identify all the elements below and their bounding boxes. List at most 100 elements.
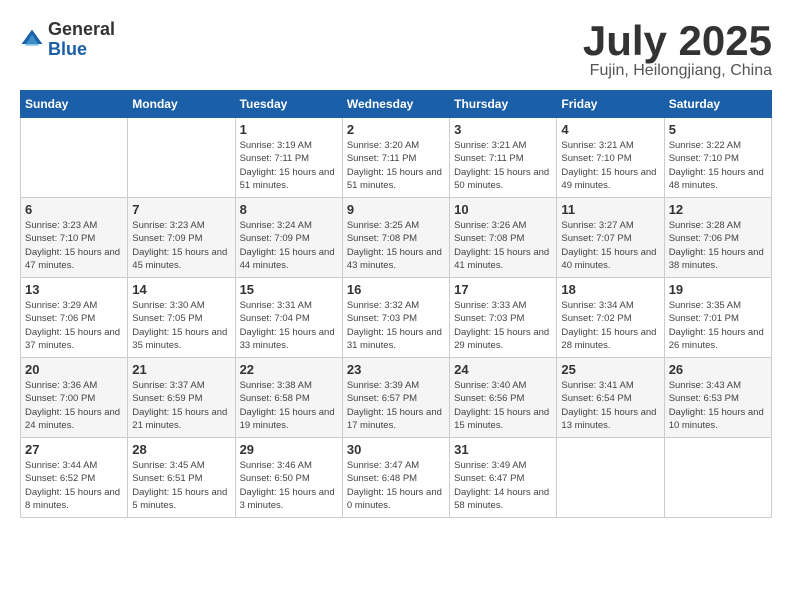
calendar-week-row: 1 Sunrise: 3:19 AMSunset: 7:11 PMDayligh… (21, 118, 772, 198)
day-number: 11 (561, 202, 659, 217)
calendar-cell: 6 Sunrise: 3:23 AMSunset: 7:10 PMDayligh… (21, 198, 128, 278)
day-detail: Sunrise: 3:35 AMSunset: 7:01 PMDaylight:… (669, 299, 767, 352)
day-number: 29 (240, 442, 338, 457)
day-number: 24 (454, 362, 552, 377)
day-detail: Sunrise: 3:23 AMSunset: 7:10 PMDaylight:… (25, 219, 123, 272)
calendar-cell: 18 Sunrise: 3:34 AMSunset: 7:02 PMDaylig… (557, 278, 664, 358)
day-detail: Sunrise: 3:46 AMSunset: 6:50 PMDaylight:… (240, 459, 338, 512)
day-number: 30 (347, 442, 445, 457)
calendar-week-row: 27 Sunrise: 3:44 AMSunset: 6:52 PMDaylig… (21, 438, 772, 518)
day-number: 1 (240, 122, 338, 137)
day-number: 18 (561, 282, 659, 297)
day-number: 22 (240, 362, 338, 377)
day-detail: Sunrise: 3:26 AMSunset: 7:08 PMDaylight:… (454, 219, 552, 272)
logo-text: General Blue (48, 20, 115, 60)
day-number: 31 (454, 442, 552, 457)
calendar-cell: 20 Sunrise: 3:36 AMSunset: 7:00 PMDaylig… (21, 358, 128, 438)
day-detail: Sunrise: 3:19 AMSunset: 7:11 PMDaylight:… (240, 139, 338, 192)
day-number: 10 (454, 202, 552, 217)
day-detail: Sunrise: 3:28 AMSunset: 7:06 PMDaylight:… (669, 219, 767, 272)
day-number: 12 (669, 202, 767, 217)
calendar-cell: 26 Sunrise: 3:43 AMSunset: 6:53 PMDaylig… (664, 358, 771, 438)
day-detail: Sunrise: 3:39 AMSunset: 6:57 PMDaylight:… (347, 379, 445, 432)
weekday-header: Saturday (664, 91, 771, 118)
weekday-header: Thursday (450, 91, 557, 118)
calendar-week-row: 13 Sunrise: 3:29 AMSunset: 7:06 PMDaylig… (21, 278, 772, 358)
day-number: 26 (669, 362, 767, 377)
calendar-cell: 22 Sunrise: 3:38 AMSunset: 6:58 PMDaylig… (235, 358, 342, 438)
weekday-header: Wednesday (342, 91, 449, 118)
day-detail: Sunrise: 3:29 AMSunset: 7:06 PMDaylight:… (25, 299, 123, 352)
day-detail: Sunrise: 3:30 AMSunset: 7:05 PMDaylight:… (132, 299, 230, 352)
day-detail: Sunrise: 3:43 AMSunset: 6:53 PMDaylight:… (669, 379, 767, 432)
calendar-cell (557, 438, 664, 518)
day-number: 5 (669, 122, 767, 137)
calendar-cell: 16 Sunrise: 3:32 AMSunset: 7:03 PMDaylig… (342, 278, 449, 358)
day-detail: Sunrise: 3:37 AMSunset: 6:59 PMDaylight:… (132, 379, 230, 432)
title-block: July 2025 Fujin, Heilongjiang, China (583, 20, 772, 80)
calendar-cell: 13 Sunrise: 3:29 AMSunset: 7:06 PMDaylig… (21, 278, 128, 358)
calendar-cell: 12 Sunrise: 3:28 AMSunset: 7:06 PMDaylig… (664, 198, 771, 278)
day-number: 20 (25, 362, 123, 377)
day-number: 9 (347, 202, 445, 217)
day-number: 3 (454, 122, 552, 137)
calendar-cell: 28 Sunrise: 3:45 AMSunset: 6:51 PMDaylig… (128, 438, 235, 518)
logo-blue: Blue (48, 40, 115, 60)
calendar-cell: 15 Sunrise: 3:31 AMSunset: 7:04 PMDaylig… (235, 278, 342, 358)
calendar-cell: 11 Sunrise: 3:27 AMSunset: 7:07 PMDaylig… (557, 198, 664, 278)
calendar-cell: 21 Sunrise: 3:37 AMSunset: 6:59 PMDaylig… (128, 358, 235, 438)
day-detail: Sunrise: 3:40 AMSunset: 6:56 PMDaylight:… (454, 379, 552, 432)
calendar-table: SundayMondayTuesdayWednesdayThursdayFrid… (20, 90, 772, 518)
day-detail: Sunrise: 3:22 AMSunset: 7:10 PMDaylight:… (669, 139, 767, 192)
day-detail: Sunrise: 3:21 AMSunset: 7:11 PMDaylight:… (454, 139, 552, 192)
calendar-cell: 7 Sunrise: 3:23 AMSunset: 7:09 PMDayligh… (128, 198, 235, 278)
day-detail: Sunrise: 3:36 AMSunset: 7:00 PMDaylight:… (25, 379, 123, 432)
day-number: 28 (132, 442, 230, 457)
calendar-cell (664, 438, 771, 518)
calendar-cell: 31 Sunrise: 3:49 AMSunset: 6:47 PMDaylig… (450, 438, 557, 518)
day-number: 13 (25, 282, 123, 297)
day-detail: Sunrise: 3:27 AMSunset: 7:07 PMDaylight:… (561, 219, 659, 272)
calendar-cell: 23 Sunrise: 3:39 AMSunset: 6:57 PMDaylig… (342, 358, 449, 438)
day-number: 25 (561, 362, 659, 377)
day-detail: Sunrise: 3:34 AMSunset: 7:02 PMDaylight:… (561, 299, 659, 352)
day-number: 2 (347, 122, 445, 137)
page-header: General Blue July 2025 Fujin, Heilongjia… (20, 20, 772, 80)
calendar-cell: 27 Sunrise: 3:44 AMSunset: 6:52 PMDaylig… (21, 438, 128, 518)
weekday-header: Monday (128, 91, 235, 118)
logo: General Blue (20, 20, 115, 60)
calendar-cell: 2 Sunrise: 3:20 AMSunset: 7:11 PMDayligh… (342, 118, 449, 198)
day-detail: Sunrise: 3:20 AMSunset: 7:11 PMDaylight:… (347, 139, 445, 192)
calendar-cell: 8 Sunrise: 3:24 AMSunset: 7:09 PMDayligh… (235, 198, 342, 278)
day-number: 19 (669, 282, 767, 297)
calendar-cell: 9 Sunrise: 3:25 AMSunset: 7:08 PMDayligh… (342, 198, 449, 278)
calendar-cell: 14 Sunrise: 3:30 AMSunset: 7:05 PMDaylig… (128, 278, 235, 358)
calendar-cell: 5 Sunrise: 3:22 AMSunset: 7:10 PMDayligh… (664, 118, 771, 198)
weekday-header-row: SundayMondayTuesdayWednesdayThursdayFrid… (21, 91, 772, 118)
calendar-cell: 29 Sunrise: 3:46 AMSunset: 6:50 PMDaylig… (235, 438, 342, 518)
calendar-week-row: 6 Sunrise: 3:23 AMSunset: 7:10 PMDayligh… (21, 198, 772, 278)
day-detail: Sunrise: 3:25 AMSunset: 7:08 PMDaylight:… (347, 219, 445, 272)
day-number: 8 (240, 202, 338, 217)
calendar-cell: 3 Sunrise: 3:21 AMSunset: 7:11 PMDayligh… (450, 118, 557, 198)
calendar-cell (21, 118, 128, 198)
calendar-cell: 10 Sunrise: 3:26 AMSunset: 7:08 PMDaylig… (450, 198, 557, 278)
day-number: 14 (132, 282, 230, 297)
calendar-cell: 30 Sunrise: 3:47 AMSunset: 6:48 PMDaylig… (342, 438, 449, 518)
day-detail: Sunrise: 3:24 AMSunset: 7:09 PMDaylight:… (240, 219, 338, 272)
weekday-header: Sunday (21, 91, 128, 118)
calendar-cell (128, 118, 235, 198)
day-detail: Sunrise: 3:32 AMSunset: 7:03 PMDaylight:… (347, 299, 445, 352)
day-number: 7 (132, 202, 230, 217)
day-detail: Sunrise: 3:44 AMSunset: 6:52 PMDaylight:… (25, 459, 123, 512)
calendar-cell: 4 Sunrise: 3:21 AMSunset: 7:10 PMDayligh… (557, 118, 664, 198)
calendar-cell: 25 Sunrise: 3:41 AMSunset: 6:54 PMDaylig… (557, 358, 664, 438)
day-number: 23 (347, 362, 445, 377)
day-number: 6 (25, 202, 123, 217)
logo-general: General (48, 20, 115, 40)
day-detail: Sunrise: 3:41 AMSunset: 6:54 PMDaylight:… (561, 379, 659, 432)
day-detail: Sunrise: 3:33 AMSunset: 7:03 PMDaylight:… (454, 299, 552, 352)
day-detail: Sunrise: 3:21 AMSunset: 7:10 PMDaylight:… (561, 139, 659, 192)
day-number: 17 (454, 282, 552, 297)
calendar-week-row: 20 Sunrise: 3:36 AMSunset: 7:00 PMDaylig… (21, 358, 772, 438)
